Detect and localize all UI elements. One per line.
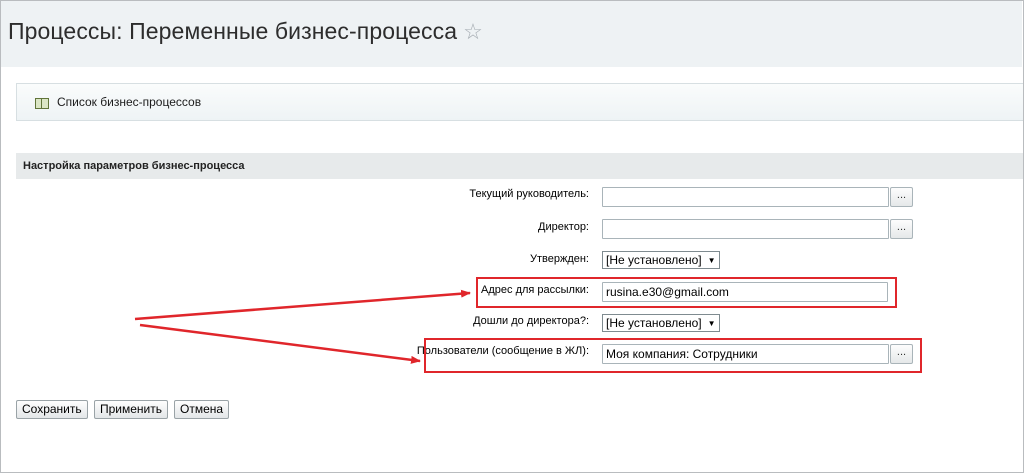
reached-director-select-value: [Не установлено] xyxy=(606,316,702,330)
dropdown-arrow-icon: ▼ xyxy=(707,318,716,328)
apply-button[interactable]: Применить xyxy=(94,400,169,419)
process-list-link[interactable]: Список бизнес-процессов xyxy=(35,95,201,109)
cancel-button[interactable]: Отмена xyxy=(174,400,230,419)
director-input[interactable] xyxy=(602,219,889,239)
save-button[interactable]: Сохранить xyxy=(16,400,88,419)
book-icon xyxy=(35,97,49,109)
approved-select-value: [Не установлено] xyxy=(606,253,702,267)
reached-director-label: Дошли до директора?: xyxy=(473,315,589,327)
star-icon[interactable]: ☆ xyxy=(463,19,483,44)
page-title-text: Процессы: Переменные бизнес-процесса xyxy=(8,18,458,44)
page-title: Процессы: Переменные бизнес-процесса ☆ xyxy=(8,18,483,45)
dropdown-arrow-icon: ▼ xyxy=(707,255,716,265)
section-title: Настройка параметров бизнес-процесса xyxy=(16,153,1023,179)
approved-select[interactable]: [Не установлено] ▼ xyxy=(602,251,720,269)
reached-director-select[interactable]: [Не установлено] ▼ xyxy=(602,314,720,332)
process-list-label: Список бизнес-процессов xyxy=(57,95,202,109)
current-manager-label: Текущий руководитель: xyxy=(469,188,589,200)
approved-label: Утвержден: xyxy=(529,253,589,265)
current-manager-input[interactable] xyxy=(602,187,889,207)
toolbar: Список бизнес-процессов xyxy=(16,83,1023,121)
users-highlight xyxy=(424,338,922,373)
mailing-address-highlight xyxy=(476,277,897,308)
current-manager-picker-button[interactable]: ... xyxy=(890,187,913,207)
director-label: Директор: xyxy=(538,221,589,233)
director-picker-button[interactable]: ... xyxy=(890,219,913,239)
